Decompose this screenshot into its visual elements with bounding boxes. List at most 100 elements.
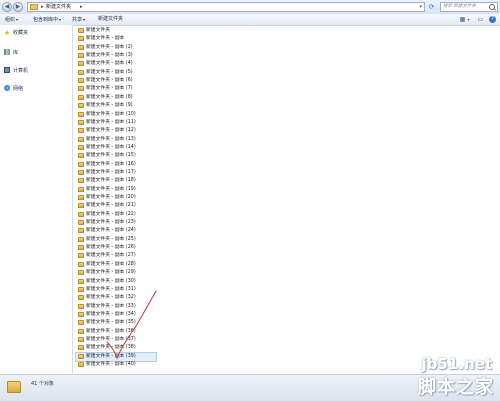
breadcrumb-separator-icon[interactable]: ▸ xyxy=(41,3,44,11)
help-icon[interactable]: ? xyxy=(489,16,496,23)
folder-list-item[interactable]: 新建文件夹 - 副本 (26) xyxy=(76,244,156,252)
folder-icon xyxy=(78,353,84,359)
folder-name: 新建文件夹 xyxy=(86,28,110,33)
nav-item-libraries[interactable]: 库 xyxy=(4,49,18,58)
back-button[interactable]: ◀ xyxy=(2,2,12,12)
folder-name: 新建文件夹 - 副本 (18) xyxy=(86,178,136,184)
folder-icon xyxy=(78,136,84,142)
folder-list-item[interactable]: 新建文件夹 - 副本 (19) xyxy=(76,186,156,194)
folder-list-item[interactable]: 新建文件夹 - 副本 (10) xyxy=(76,111,156,119)
folder-name: 新建文件夹 - 副本 (17) xyxy=(86,169,136,175)
organize-button[interactable]: 组织▾ xyxy=(5,14,18,25)
item-count: 41 个对象 xyxy=(31,381,54,387)
folder-icon xyxy=(78,278,84,284)
folder-list-item[interactable]: 新建文件夹 - 副本 (37) xyxy=(76,336,156,344)
folder-name: 新建文件夹 - 副本 (16) xyxy=(86,161,136,167)
preview-pane-icon[interactable]: ▭ xyxy=(477,16,484,23)
folder-list-item[interactable]: 新建文件夹 - 副本 (14) xyxy=(76,144,156,152)
folder-list-item[interactable]: 新建文件夹 - 副本 (30) xyxy=(76,278,156,286)
folder-list-item[interactable]: 新建文件夹 - 副本 (22) xyxy=(76,211,156,219)
folder-list-item[interactable]: 新建文件夹 - 副本 (12) xyxy=(76,127,156,135)
folder-icon xyxy=(78,144,84,150)
folder-name: 新建文件夹 - 副本 (35) xyxy=(86,320,136,326)
folder-list-item[interactable]: 新建文件夹 - 副本 (25) xyxy=(76,236,156,244)
nav-item-network[interactable]: 网络 xyxy=(4,85,23,94)
nav-item-favorites[interactable]: ★ 收藏夹 xyxy=(4,29,28,38)
folder-list-item[interactable]: 新建文件夹 - 副本 (21) xyxy=(76,202,156,210)
organize-label: 组织 xyxy=(5,17,16,23)
folder-list-item[interactable]: 新建文件夹 - 副本 (28) xyxy=(76,261,156,269)
folder-icon xyxy=(78,128,84,134)
folder-name: 新建文件夹 - 副本 (2) xyxy=(86,44,133,50)
address-field[interactable]: ▸ 新建文件夹 ▸ ▾ xyxy=(27,2,425,12)
folder-name: 新建文件夹 - 副本 (37) xyxy=(86,336,136,342)
folder-name: 新建文件夹 - 副本 xyxy=(86,36,125,42)
folder-list-item[interactable]: 新建文件夹 - 副本 (7) xyxy=(76,85,156,93)
share-button[interactable]: 共享▾ xyxy=(72,14,85,25)
folder-icon xyxy=(78,69,84,75)
folder-name: 新建文件夹 - 副本 (32) xyxy=(86,295,136,301)
folder-name: 新建文件夹 - 副本 (8) xyxy=(86,94,133,100)
folder-list-item[interactable]: 新建文件夹 - 副本 (35) xyxy=(76,319,156,327)
refresh-button[interactable]: ⟳ xyxy=(427,2,436,12)
folder-list-item[interactable]: 新建文件夹 - 副本 (39) xyxy=(75,351,157,362)
folder-icon xyxy=(78,228,84,234)
forward-button[interactable]: ▶ xyxy=(13,2,23,12)
breadcrumb-current-folder[interactable]: 新建文件夹 xyxy=(46,3,71,11)
folder-name: 新建文件夹 - 副本 (4) xyxy=(86,61,133,67)
address-dropdown-icon[interactable]: ▾ xyxy=(419,3,422,11)
breadcrumb-separator-icon[interactable]: ▸ xyxy=(80,3,83,11)
nav-item-label: 收藏夹 xyxy=(13,30,29,36)
folder-list-item[interactable]: 新建文件夹 - 副本 (27) xyxy=(76,252,156,260)
nav-item-computer[interactable]: 计算机 xyxy=(4,67,28,76)
folder-list-item[interactable]: 新建文件夹 - 副本 (13) xyxy=(76,136,156,144)
folder-name: 新建文件夹 - 副本 (13) xyxy=(86,136,136,142)
folder-list-item[interactable]: 新建文件夹 - 副本 (17) xyxy=(76,169,156,177)
nav-item-label: 库 xyxy=(13,50,19,56)
folder-list-item[interactable]: 新建文件夹 - 副本 (8) xyxy=(76,94,156,102)
folder-name: 新建文件夹 - 副本 (27) xyxy=(86,253,136,259)
folder-list-item[interactable]: 新建文件夹 - 副本 (9) xyxy=(76,102,156,110)
new-folder-button[interactable]: 新建文件夹 xyxy=(98,14,123,25)
search-icon[interactable] xyxy=(489,4,495,10)
folder-list-item[interactable]: 新建文件夹 - 副本 (33) xyxy=(76,303,156,311)
folder-list-item[interactable]: 新建文件夹 - 副本 (31) xyxy=(76,286,156,294)
include-in-library-button[interactable]: 包含到库中▾ xyxy=(33,14,61,25)
folder-list-item[interactable]: 新建文件夹 - 副本 (3) xyxy=(76,52,156,60)
folder-list-item[interactable]: 新建文件夹 - 副本 (34) xyxy=(76,311,156,319)
folder-list-item[interactable]: 新建文件夹 - 副本 (15) xyxy=(76,152,156,160)
folder-icon xyxy=(78,311,84,317)
folder-list-item[interactable]: 新建文件夹 xyxy=(76,27,156,35)
folder-name: 新建文件夹 - 副本 (5) xyxy=(86,69,133,75)
chevron-down-icon[interactable]: ▾ xyxy=(465,16,472,23)
folder-list-item[interactable]: 新建文件夹 - 副本 (29) xyxy=(76,269,156,277)
folder-list-item[interactable]: 新建文件夹 - 副本 xyxy=(76,35,156,43)
folder-list-item[interactable]: 新建文件夹 - 副本 (24) xyxy=(76,227,156,235)
folder-list-item[interactable]: 新建文件夹 - 副本 (6) xyxy=(76,77,156,85)
folder-list-item[interactable]: 新建文件夹 - 副本 (23) xyxy=(76,219,156,227)
folder-list-item[interactable]: 新建文件夹 - 副本 (38) xyxy=(76,344,156,352)
folder-list-item[interactable]: 新建文件夹 - 副本 (36) xyxy=(76,328,156,336)
folder-name: 新建文件夹 - 副本 (12) xyxy=(86,128,136,134)
folder-list-item[interactable]: 新建文件夹 - 副本 (32) xyxy=(76,294,156,302)
folder-list-item[interactable]: 新建文件夹 - 副本 (40) xyxy=(76,361,156,369)
folder-icon xyxy=(78,320,84,326)
folder-list-item[interactable]: 新建文件夹 - 副本 (18) xyxy=(76,177,156,185)
folder-icon xyxy=(78,186,84,192)
folder-icon xyxy=(78,253,84,259)
folder-name: 新建文件夹 - 副本 (34) xyxy=(86,311,136,317)
folder-list-item[interactable]: 新建文件夹 - 副本 (5) xyxy=(76,69,156,77)
folder-icon xyxy=(78,286,84,292)
folder-list-item[interactable]: 新建文件夹 - 副本 (11) xyxy=(76,119,156,127)
folder-list-item[interactable]: 新建文件夹 - 副本 (20) xyxy=(76,194,156,202)
folder-icon xyxy=(78,270,84,276)
folder-name: 新建文件夹 - 副本 (26) xyxy=(86,245,136,251)
folder-list-item[interactable]: 新建文件夹 - 副本 (2) xyxy=(76,44,156,52)
folder-list-item[interactable]: 新建文件夹 - 副本 (4) xyxy=(76,60,156,68)
folder-icon xyxy=(78,203,84,209)
search-input[interactable]: 搜索 新建文件夹 xyxy=(440,2,498,12)
folder-name: 新建文件夹 - 副本 (3) xyxy=(86,53,133,59)
folder-list-item[interactable]: 新建文件夹 - 副本 (16) xyxy=(76,161,156,169)
include-in-library-label: 包含到库中 xyxy=(33,17,59,23)
folder-icon xyxy=(78,44,84,50)
